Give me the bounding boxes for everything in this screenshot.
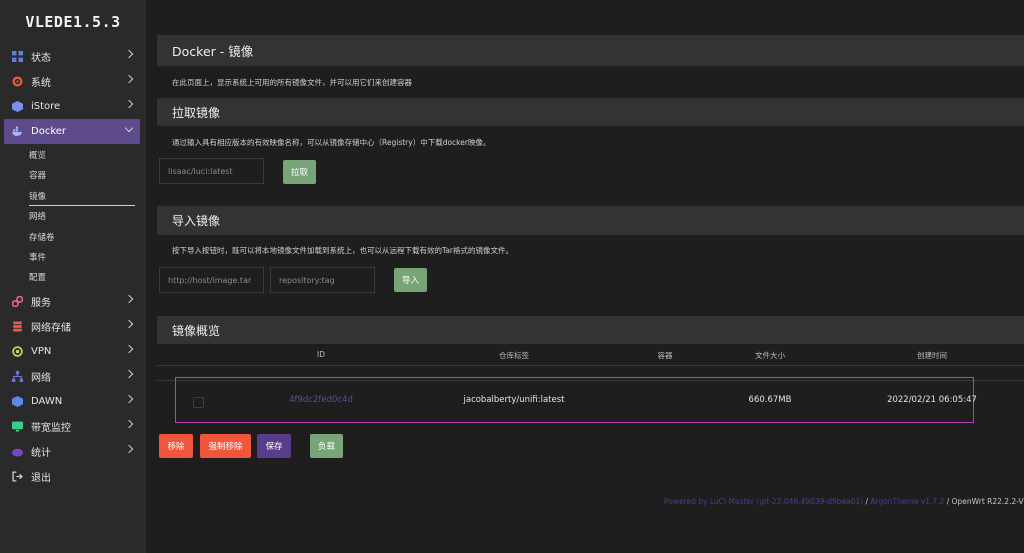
submenu-item-overview[interactable]: 概览 [0, 146, 146, 166]
submenu-item-images[interactable]: 镜像 [0, 187, 146, 207]
sidebar-item-bandwidth[interactable]: 带宽监控 [4, 414, 140, 439]
sidebar-item-label: 网络 [31, 372, 51, 384]
footer-theme-link[interactable]: ArgonTheme v1.7.2 [870, 497, 944, 506]
image-created: 2022/02/21 06:05:47 [887, 395, 977, 405]
submenu-item-volumes[interactable]: 存储卷 [0, 228, 146, 248]
submenu-item-events[interactable]: 事件 [0, 248, 146, 268]
image-tag: jacobalberty/unifi:latest [463, 395, 565, 405]
remove-button[interactable]: 移除 [159, 434, 193, 458]
database-icon [13, 321, 22, 332]
sidebar-item-logout[interactable]: 退出 [4, 464, 140, 489]
sidebar-item-label: VPN [31, 345, 52, 357]
table-divider [157, 365, 1024, 366]
chevron-right-icon [124, 344, 134, 353]
column-header-created: 创建时间 [917, 351, 947, 360]
submenu-item-networks[interactable]: 网络 [0, 207, 146, 227]
pull-section-title: 拉取镜像 [157, 98, 1024, 126]
gear-icon [12, 76, 23, 87]
column-header-tag: 仓库标签 [499, 351, 529, 360]
sidebar-item-dawn[interactable]: DAWN [4, 389, 140, 414]
sidebar-item-label: 网络存储 [31, 322, 71, 334]
chevron-right-icon [124, 394, 134, 403]
vpn-icon [12, 345, 23, 357]
column-header-id: ID [317, 350, 325, 359]
grid-icon [12, 51, 23, 62]
import-description: 按下导入按钮时，既可以将本地镜像文件加载到系统上，也可以从远程下载有效的Tar格… [172, 246, 514, 255]
sidebar-item-network[interactable]: 网络 [4, 364, 140, 389]
page-description: 在此页面上，显示系统上可用的所有镜像文件，并可以用它们来创建容器 [172, 78, 412, 87]
pull-button[interactable]: 拉取 [283, 160, 316, 184]
chevron-right-icon [124, 99, 134, 109]
chevron-down-icon [124, 123, 134, 133]
sidebar-item-services[interactable]: 服务 [4, 289, 140, 314]
brand-logo: VLEDE1.5.3 [25, 13, 121, 31]
sidebar-item-label: iStore [31, 101, 61, 112]
sidebar-item-label: 服务 [31, 297, 51, 309]
sidebar-item-nas[interactable]: 网络存储 [4, 314, 140, 339]
sidebar-item-label: 系统 [31, 78, 51, 89]
main-content: Docker - 镜像 在此页面上，显示系统上可用的所有镜像文件，并可以用它们来… [157, 0, 1024, 553]
image-url-input[interactable]: http://host/image.tar [159, 267, 264, 293]
chart-icon [12, 448, 23, 457]
row-checkbox[interactable] [193, 397, 204, 408]
sidebar-item-statistics[interactable]: 统计 [4, 439, 140, 464]
sidebar-item-label: 带宽监控 [31, 422, 71, 434]
footer-separator: / [944, 497, 952, 506]
chevron-right-icon [124, 74, 134, 84]
monitor-icon [12, 421, 23, 432]
chevron-right-icon [124, 369, 134, 378]
footer-luci-link[interactable]: Powered by LuCI Master (git-22.046.49039… [664, 497, 863, 506]
submenu-item-config[interactable]: 配置 [0, 268, 146, 288]
overview-section-title: 镜像概览 [157, 316, 1024, 344]
chevron-right-icon [124, 294, 134, 303]
cube-icon [12, 101, 23, 112]
network-icon [12, 370, 23, 382]
sidebar-item-vpn[interactable]: VPN [4, 339, 140, 364]
whale-icon [12, 126, 22, 136]
link-icon [12, 295, 23, 307]
pull-description: 通过输入具有相应版本的有效映像名称，可以从镜像存储中心（Registry）中下载… [172, 138, 491, 147]
import-button[interactable]: 导入 [394, 268, 427, 292]
page-title: Docker - 镜像 [157, 35, 1024, 66]
column-header-containers: 容器 [657, 351, 673, 360]
cube-icon [12, 395, 23, 407]
image-name-input[interactable]: lisaac/luci:latest [159, 158, 264, 184]
force-remove-button[interactable]: 强制移除 [200, 434, 251, 458]
sidebar-item-status[interactable]: 状态 [4, 44, 140, 69]
chevron-right-icon [124, 444, 134, 453]
footer-version: OpenWrt R22.2.2-VLEDE1.5.3 [951, 497, 1024, 506]
chevron-right-icon [124, 419, 134, 428]
sidebar-item-label: Docker [31, 126, 67, 137]
import-section-title: 导入镜像 [157, 206, 1024, 235]
chevron-right-icon [124, 319, 134, 328]
logout-icon [12, 471, 23, 482]
submenu-item-containers[interactable]: 容器 [0, 166, 146, 186]
sidebar-item-label: 统计 [31, 447, 51, 459]
sidebar: VLEDE1.5.3 状态 系统 iStore Docker 概览 容器 镜像 … [0, 0, 146, 553]
column-header-size: 文件大小 [755, 351, 785, 360]
repository-tag-input[interactable]: repository:tag [270, 267, 375, 293]
sidebar-item-docker[interactable]: Docker [4, 119, 140, 144]
image-size: 660.67MB [748, 395, 792, 405]
save-button[interactable]: 保存 [257, 434, 291, 458]
load-button[interactable]: 负载 [310, 434, 343, 458]
sidebar-item-system[interactable]: 系统 [4, 69, 140, 94]
footer: Powered by LuCI Master (git-22.046.49039… [664, 497, 1024, 506]
image-id-link[interactable]: 4f9dc2fed0c4d [289, 395, 353, 405]
sidebar-item-istore[interactable]: iStore [4, 94, 140, 119]
sidebar-item-label: 退出 [31, 472, 51, 484]
sidebar-item-label: DAWN [31, 395, 63, 407]
chevron-right-icon [124, 49, 134, 59]
sidebar-item-label: 状态 [31, 53, 51, 64]
docker-submenu: 概览 容器 镜像 网络 存储卷 事件 配置 [0, 144, 146, 289]
